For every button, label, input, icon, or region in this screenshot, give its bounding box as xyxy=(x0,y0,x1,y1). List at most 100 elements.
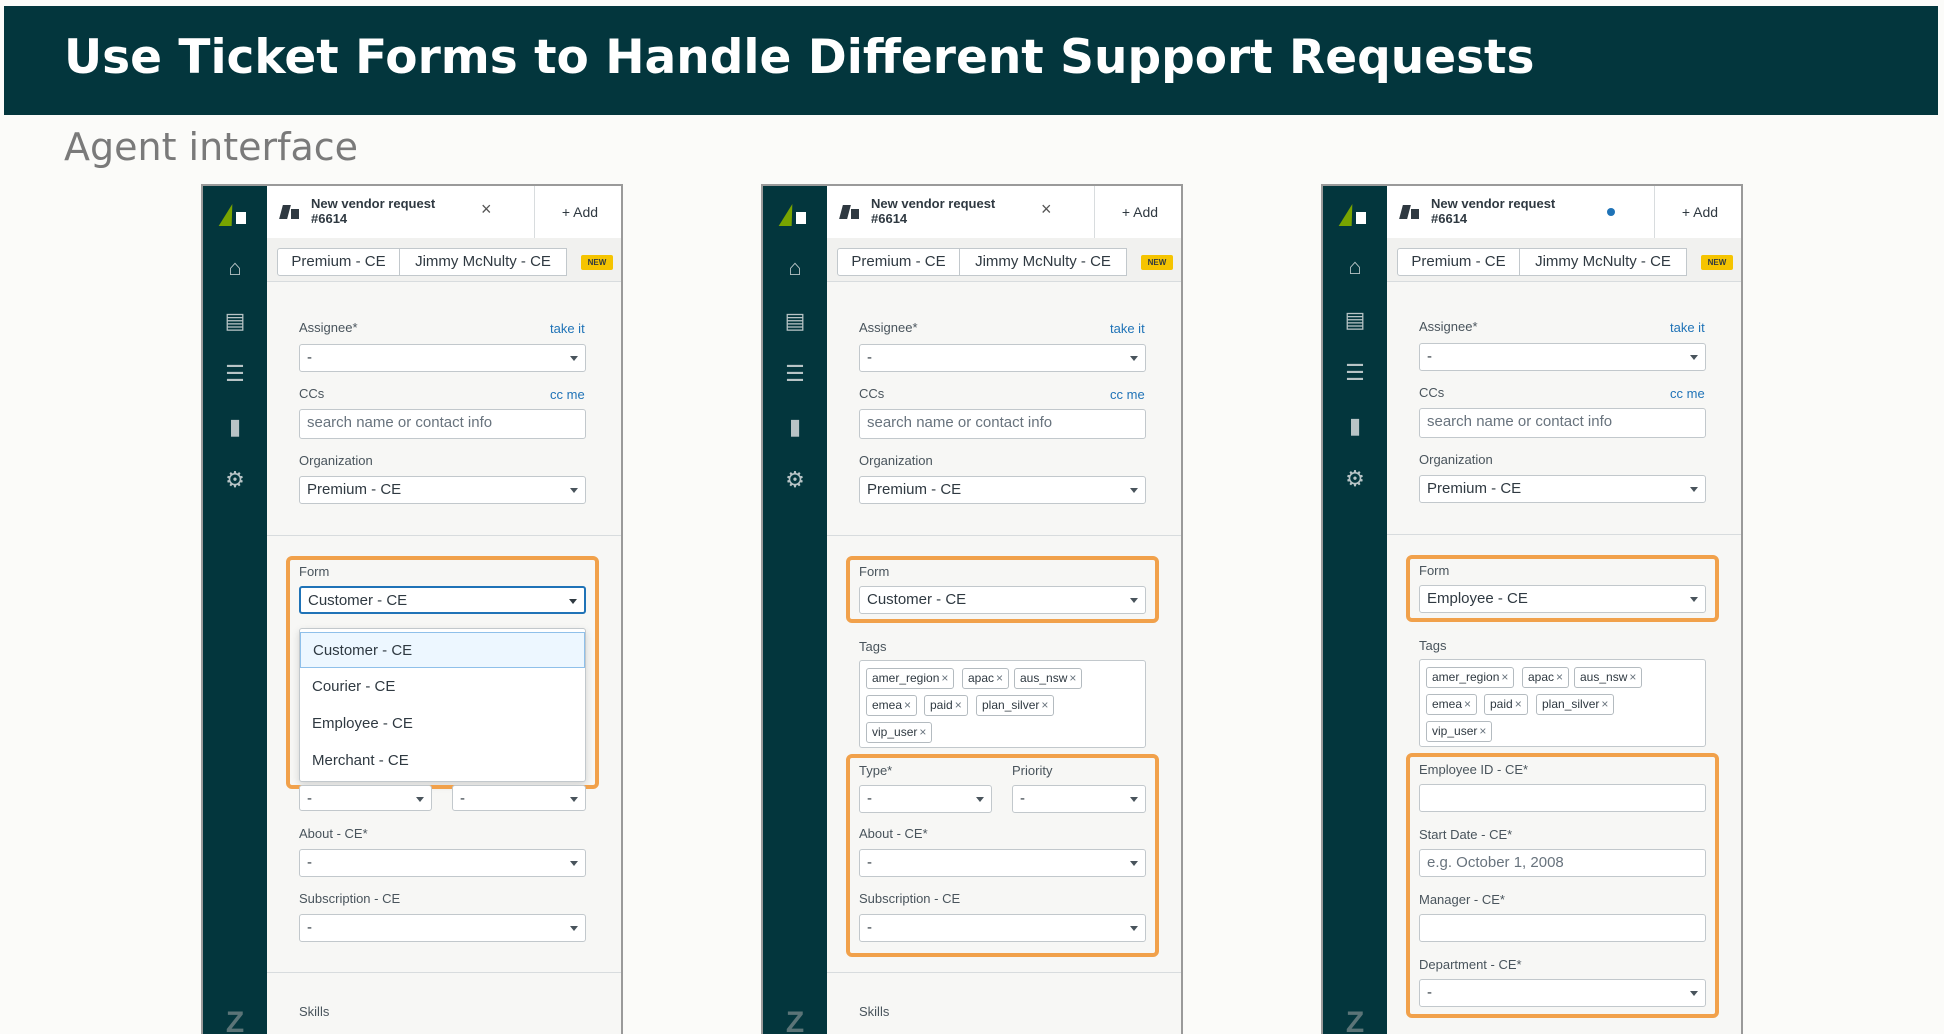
agent-panel-employee-form: ⌂ ▤ ☰ ▮ ⚙ Z New vendor request #6614 + Ad… xyxy=(1321,184,1743,1034)
organization-label: Organization xyxy=(1419,452,1493,467)
home-icon[interactable]: ⌂ xyxy=(221,254,249,282)
nav-sidebar: ⌂ ▤ ☰ ▮ ⚙ Z xyxy=(763,186,827,1034)
ticket-tabbar: New vendor request #6614 + Add xyxy=(1387,186,1741,238)
cc-me-link[interactable]: cc me xyxy=(550,387,585,402)
slide-subtitle: Agent interface xyxy=(64,125,359,169)
add-button[interactable]: + Add xyxy=(535,186,621,238)
close-tab-icon[interactable]: × xyxy=(481,199,492,220)
nav-sidebar: ⌂ ▤ ☰ ▮ ⚙ Z xyxy=(203,186,267,1034)
context-user-pill[interactable]: Jimmy McNulty - CE xyxy=(959,248,1127,276)
views-icon[interactable]: ▤ xyxy=(221,307,249,335)
cc-me-link[interactable]: cc me xyxy=(1110,387,1145,402)
new-badge: NEW xyxy=(1141,255,1173,270)
ccs-search-input[interactable]: search name or contact info xyxy=(859,409,1146,439)
remove-tag-icon: × xyxy=(1479,724,1487,738)
ticket-tab[interactable]: New vendor request #6614 × xyxy=(827,186,1095,238)
context-org-pill[interactable]: Premium - CE xyxy=(837,248,960,276)
zendesk-product-logo-icon[interactable] xyxy=(218,204,249,226)
ticket-icon xyxy=(839,203,861,221)
remove-tag-icon: × xyxy=(1601,697,1609,711)
tag[interactable]: apac × xyxy=(1522,667,1570,688)
organization-select[interactable]: Premium - CE xyxy=(299,476,586,504)
views-icon[interactable]: ▤ xyxy=(1341,306,1369,334)
views-icon[interactable]: ▤ xyxy=(781,307,809,335)
customers-icon[interactable]: ☰ xyxy=(781,360,809,388)
zendesk-logo-icon[interactable]: Z xyxy=(1340,1008,1370,1034)
ticket-tab[interactable]: New vendor request #6614 xyxy=(1387,186,1655,238)
about-select[interactable]: - xyxy=(299,849,586,877)
tags-input[interactable]: amer_region × apac × aus_nsw × emea × paid × … xyxy=(859,660,1146,748)
customers-icon[interactable]: ☰ xyxy=(1341,359,1369,387)
take-it-link[interactable]: take it xyxy=(1110,321,1145,336)
title-bar: Use Ticket Forms to Handle Different Sup… xyxy=(4,6,1938,115)
assignee-select[interactable]: - xyxy=(1419,343,1706,371)
zendesk-product-logo-icon[interactable] xyxy=(1338,204,1369,226)
remove-tag-icon: × xyxy=(1464,697,1472,711)
tag[interactable]: emea × xyxy=(1426,694,1478,715)
tag[interactable]: amer_region × xyxy=(866,668,955,689)
ticket-tabbar: New vendor request #6614 × + Add xyxy=(827,186,1181,238)
tag[interactable]: paid × xyxy=(924,695,968,716)
remove-tag-icon: × xyxy=(1629,670,1637,684)
remove-tag-icon: × xyxy=(1069,671,1077,685)
reporting-icon[interactable]: ▮ xyxy=(221,413,249,441)
cc-me-link[interactable]: cc me xyxy=(1670,386,1705,401)
tag[interactable]: emea × xyxy=(866,695,918,716)
subscription-select[interactable]: - xyxy=(299,914,586,942)
divider xyxy=(827,972,1181,973)
tag[interactable]: apac × xyxy=(962,668,1010,689)
context-user-pill[interactable]: Jimmy McNulty - CE xyxy=(1519,248,1687,276)
context-org-pill[interactable]: Premium - CE xyxy=(277,248,400,276)
tag[interactable]: plan_silver × xyxy=(1536,694,1615,715)
ticket-tab[interactable]: New vendor request #6614 × xyxy=(267,186,535,238)
admin-gear-icon[interactable]: ⚙ xyxy=(781,466,809,494)
form-highlight-box xyxy=(1406,555,1719,622)
ticket-tabbar: New vendor request #6614 × + Add xyxy=(267,186,621,238)
customers-icon[interactable]: ☰ xyxy=(221,360,249,388)
tags-input[interactable]: amer_region × apac × aus_nsw × emea × paid × … xyxy=(1419,659,1706,747)
assignee-label: Assignee* xyxy=(299,320,358,335)
remove-tag-icon: × xyxy=(1514,697,1522,711)
add-button[interactable]: + Add xyxy=(1655,186,1741,238)
close-tab-icon[interactable]: × xyxy=(1041,199,1052,220)
remove-tag-icon: × xyxy=(1501,670,1509,684)
form-highlight-box xyxy=(286,556,599,789)
type-select[interactable]: - xyxy=(299,785,432,811)
context-org-pill[interactable]: Premium - CE xyxy=(1397,248,1520,276)
reporting-icon[interactable]: ▮ xyxy=(781,413,809,441)
unsaved-dot-icon xyxy=(1607,208,1615,216)
assignee-label: Assignee* xyxy=(859,320,918,335)
tag[interactable]: vip_user × xyxy=(1426,721,1493,742)
home-icon[interactable]: ⌂ xyxy=(781,254,809,282)
nav-sidebar: ⌂ ▤ ☰ ▮ ⚙ Z xyxy=(1323,186,1387,1034)
take-it-link[interactable]: take it xyxy=(1670,320,1705,335)
assignee-select[interactable]: - xyxy=(859,344,1146,372)
tag[interactable]: paid × xyxy=(1484,694,1528,715)
ccs-search-input[interactable]: search name or contact info xyxy=(1419,408,1706,438)
tag[interactable]: amer_region × xyxy=(1426,667,1515,688)
ccs-search-input[interactable]: search name or contact info xyxy=(299,409,586,439)
take-it-link[interactable]: take it xyxy=(550,321,585,336)
home-icon[interactable]: ⌂ xyxy=(1341,253,1369,281)
assignee-label: Assignee* xyxy=(1419,319,1478,334)
context-user-pill[interactable]: Jimmy McNulty - CE xyxy=(399,248,567,276)
reporting-icon[interactable]: ▮ xyxy=(1341,412,1369,440)
admin-gear-icon[interactable]: ⚙ xyxy=(1341,465,1369,493)
tag[interactable]: aus_nsw × xyxy=(1014,668,1083,689)
organization-select[interactable]: Premium - CE xyxy=(1419,475,1706,503)
admin-gear-icon[interactable]: ⚙ xyxy=(221,466,249,494)
context-bar: Premium - CE Jimmy McNulty - CE NEW xyxy=(827,238,1181,282)
tag[interactable]: aus_nsw × xyxy=(1574,667,1643,688)
organization-select[interactable]: Premium - CE xyxy=(859,476,1146,504)
priority-select[interactable]: - xyxy=(452,785,586,811)
tag[interactable]: vip_user × xyxy=(866,722,933,743)
zendesk-logo-icon[interactable]: Z xyxy=(780,1008,810,1034)
divider xyxy=(267,535,621,536)
zendesk-product-logo-icon[interactable] xyxy=(778,204,809,226)
tag[interactable]: plan_silver × xyxy=(976,695,1055,716)
zendesk-logo-icon[interactable]: Z xyxy=(220,1008,250,1034)
slide-title: Use Ticket Forms to Handle Different Sup… xyxy=(64,30,1535,85)
assignee-select[interactable]: - xyxy=(299,344,586,372)
add-button[interactable]: + Add xyxy=(1095,186,1181,238)
remove-tag-icon: × xyxy=(919,725,927,739)
